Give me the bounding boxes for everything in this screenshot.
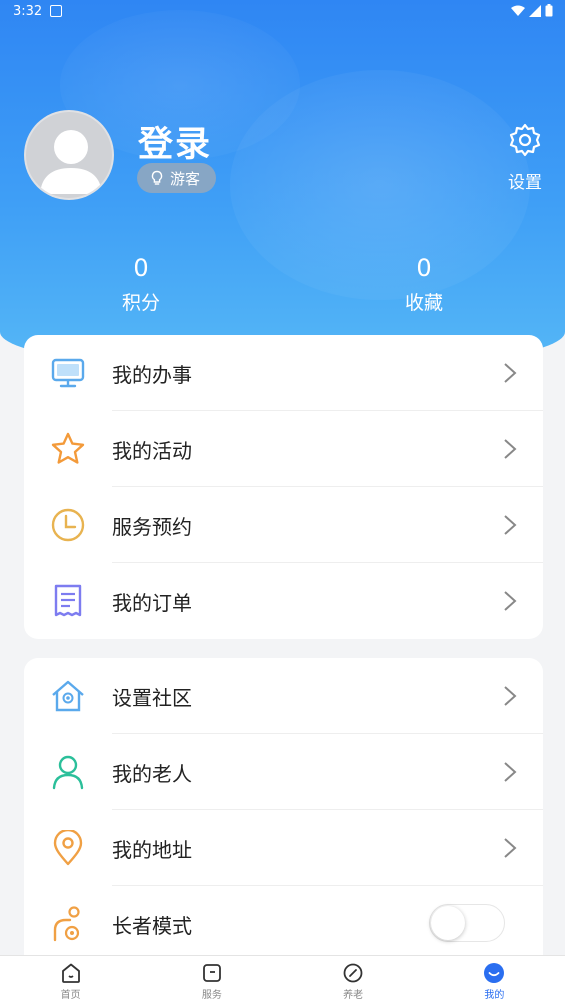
guest-label: 游客: [170, 169, 201, 188]
chevron-right-icon: [504, 838, 517, 858]
menu-item-elder-mode: 长者模式: [24, 886, 543, 962]
menu-item-my-orders[interactable]: 我的订单: [24, 563, 543, 639]
elder-mode-toggle[interactable]: [429, 904, 505, 942]
default-user-icon: [40, 130, 102, 194]
settings-label: 设置: [508, 173, 542, 193]
tab-service[interactable]: 服务: [141, 956, 282, 1004]
menu-card-services: 我的办事 我的活动 服务预约 我的订单: [24, 335, 543, 639]
tab-home[interactable]: 首页: [0, 956, 141, 1004]
receipt-icon: [54, 584, 82, 617]
login-link[interactable]: 登录: [138, 116, 212, 167]
tab-elderly-care[interactable]: 养老: [283, 956, 424, 1004]
avatar[interactable]: [24, 110, 114, 200]
toggle-knob: [431, 906, 465, 940]
status-time: 3:32: [13, 4, 43, 19]
menu-card-personal: 设置社区 我的老人 我的地址 长者模式: [24, 658, 543, 968]
favorites-stat[interactable]: 0 收藏: [364, 254, 484, 315]
monitor-icon: [51, 358, 85, 388]
notification-icon: [50, 5, 62, 17]
favorites-label: 收藏: [404, 292, 443, 314]
menu-item-label: 设置社区: [112, 685, 192, 710]
elderly-care-icon: [343, 963, 363, 983]
system-icons: [511, 4, 553, 17]
tab-label: 养老: [343, 990, 364, 1001]
lightbulb-icon: [151, 170, 163, 185]
battery-icon: [545, 4, 553, 17]
tab-label: 我的: [484, 990, 505, 1001]
person-icon: [52, 755, 84, 790]
points-stat[interactable]: 0 积分: [81, 254, 201, 315]
status-bar: 3:32: [0, 0, 565, 24]
community-house-icon: [52, 680, 84, 712]
menu-item-set-community[interactable]: 设置社区: [24, 658, 543, 734]
menu-item-label: 我的地址: [112, 837, 192, 862]
menu-item-service-booking[interactable]: 服务预约: [24, 487, 543, 563]
menu-item-label: 我的活动: [112, 438, 192, 463]
clock-icon: [51, 508, 85, 542]
menu-item-label: 服务预约: [112, 514, 192, 539]
chevron-right-icon: [504, 515, 517, 535]
star-icon: [51, 432, 85, 464]
points-label: 积分: [121, 292, 160, 314]
tab-label: 首页: [60, 990, 81, 1001]
chevron-right-icon: [504, 686, 517, 706]
menu-item-my-elderly[interactable]: 我的老人: [24, 734, 543, 810]
home-icon: [61, 963, 80, 983]
signal-icon: [529, 4, 541, 17]
elder-mode-icon: [53, 906, 80, 942]
tab-mine[interactable]: 我的: [424, 956, 565, 1004]
points-value: 0: [133, 254, 149, 282]
menu-item-label: 长者模式: [112, 913, 192, 938]
menu-item-label: 我的办事: [112, 362, 192, 387]
gear-icon: [509, 123, 541, 157]
menu-item-my-address[interactable]: 我的地址: [24, 810, 543, 886]
location-pin-icon: [53, 830, 83, 866]
profile-icon: [484, 963, 505, 983]
bottom-tab-bar: 首页 服务 养老 我的: [0, 955, 565, 1004]
menu-item-label: 我的老人: [112, 761, 192, 786]
menu-item-my-affairs[interactable]: 我的办事: [24, 335, 543, 411]
settings-button[interactable]: 设置: [500, 122, 550, 193]
guest-badge: 游客: [137, 163, 216, 193]
favorites-value: 0: [416, 254, 432, 282]
chevron-right-icon: [504, 762, 517, 782]
menu-item-label: 我的订单: [112, 590, 192, 615]
chevron-right-icon: [504, 439, 517, 459]
wifi-icon: [511, 5, 525, 16]
chevron-right-icon: [504, 363, 517, 383]
menu-item-my-activities[interactable]: 我的活动: [24, 411, 543, 487]
tab-label: 服务: [201, 990, 222, 1001]
service-icon: [202, 964, 221, 982]
chevron-right-icon: [504, 591, 517, 611]
